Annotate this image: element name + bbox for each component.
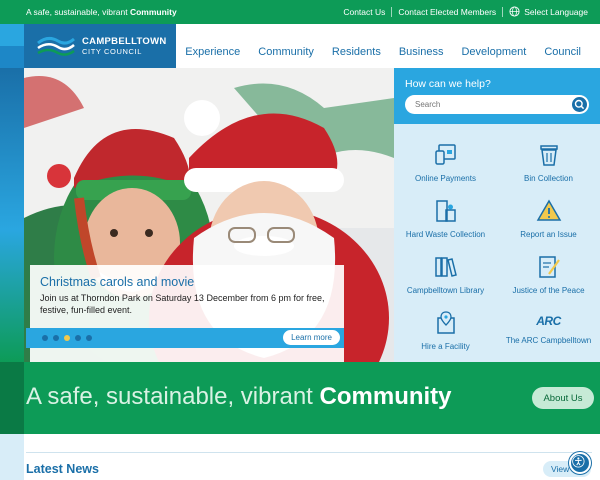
- contact-us-link[interactable]: Contact Us: [337, 7, 391, 17]
- site-header: CAMPBELLTOWN CITY COUNCIL Experience Com…: [0, 24, 600, 68]
- slide-body: Join us at Thorndon Park on Saturday 13 …: [40, 293, 325, 316]
- waves-logo-icon: [37, 36, 75, 56]
- council-logo[interactable]: CAMPBELLTOWN CITY COUNCIL: [24, 24, 176, 68]
- top-tagline: A safe, sustainable, vibrant Community: [26, 7, 177, 17]
- tile-label: Report an Issue: [520, 230, 577, 239]
- about-us-button[interactable]: About Us: [532, 387, 594, 409]
- slide-dot[interactable]: [75, 335, 81, 341]
- slide-dots: [42, 335, 92, 341]
- search-input[interactable]: [415, 98, 565, 111]
- latest-news-heading: Latest News: [26, 462, 99, 476]
- tile-bin-collection[interactable]: Bin Collection: [497, 142, 600, 198]
- globe-icon: [509, 6, 520, 17]
- slide-dot-active[interactable]: [64, 335, 70, 341]
- help-panel: How can we help? Online Payments: [394, 68, 600, 362]
- hero-carousel: Christmas carols and movie Join us at Th…: [0, 68, 394, 362]
- nav-community[interactable]: Community: [249, 46, 323, 58]
- online-payments-icon: [434, 144, 456, 165]
- tile-the-arc[interactable]: ARC The ARC Campbelltown: [497, 310, 600, 366]
- tile-label: Justice of the Peace: [512, 286, 585, 295]
- accessibility-button[interactable]: [569, 452, 591, 474]
- tile-label: Campbelltown Library: [406, 286, 485, 295]
- tile-library[interactable]: Campbelltown Library: [394, 254, 497, 310]
- tile-justice-of-the-peace[interactable]: Justice of the Peace: [497, 254, 600, 310]
- nav-residents[interactable]: Residents: [323, 46, 390, 58]
- band-accent: [0, 362, 24, 434]
- warning-icon: [536, 199, 561, 221]
- location-doc-icon: [436, 311, 455, 334]
- tile-label: The ARC Campbelltown: [505, 336, 592, 345]
- tile-hard-waste[interactable]: Hard Waste Collection: [394, 198, 497, 254]
- library-icon: [434, 257, 457, 277]
- slide-dot[interactable]: [53, 335, 59, 341]
- language-selector[interactable]: Select Language: [503, 6, 588, 17]
- slide-dot[interactable]: [42, 335, 48, 341]
- main-nav: Experience Community Residents Business …: [176, 46, 590, 58]
- arc-logo-icon: ARC: [536, 314, 561, 328]
- top-bar: A safe, sustainable, vibrant Community C…: [0, 0, 600, 24]
- tile-online-payments[interactable]: Online Payments: [394, 142, 497, 198]
- divider: [26, 452, 592, 453]
- slogan-bold: Community: [319, 383, 452, 410]
- slide-caption: Christmas carols and movie Join us at Th…: [26, 265, 344, 362]
- slide-controls: Learn more: [26, 328, 344, 348]
- slogan: A safe, sustainable, vibrant Community: [26, 383, 452, 411]
- news-section: Latest News View: [0, 434, 600, 480]
- help-header: How can we help?: [394, 68, 600, 124]
- hard-waste-icon: [435, 200, 456, 222]
- accessibility-icon: [572, 455, 585, 468]
- tile-label: Online Payments: [415, 174, 476, 183]
- nav-development[interactable]: Development: [452, 46, 535, 58]
- nav-business[interactable]: Business: [390, 46, 453, 58]
- hero-accent: [0, 68, 24, 362]
- slide-title: Christmas carols and movie: [40, 275, 195, 289]
- tile-label: Bin Collection: [524, 174, 573, 183]
- document-pen-icon: [538, 256, 560, 278]
- tile-hire-facility[interactable]: Hire a Facility: [394, 310, 497, 366]
- slide-dot[interactable]: [86, 335, 92, 341]
- header-accent: [0, 24, 24, 68]
- nav-council[interactable]: Council: [535, 46, 590, 58]
- slogan-band: A safe, sustainable, vibrant Community A…: [0, 362, 600, 434]
- learn-more-button[interactable]: Learn more: [283, 330, 340, 345]
- search-box: [405, 95, 589, 114]
- logo-line2: CITY COUNCIL: [82, 47, 142, 56]
- search-icon: [574, 99, 585, 110]
- help-heading: How can we help?: [405, 78, 491, 90]
- nav-experience[interactable]: Experience: [176, 46, 249, 58]
- logo-line1: CAMPBELLTOWN: [82, 35, 167, 47]
- logo-words: CAMPBELLTOWN CITY COUNCIL: [82, 35, 167, 56]
- quick-links-grid: Online Payments Bin Collection Hard Wast…: [394, 124, 600, 362]
- tile-label: Hire a Facility: [421, 342, 470, 351]
- news-accent: [0, 434, 24, 480]
- search-button[interactable]: [572, 97, 587, 112]
- language-label: Select Language: [524, 6, 588, 17]
- tile-report-issue[interactable]: Report an Issue: [497, 198, 600, 254]
- slogan-text: A safe, sustainable, vibrant: [26, 383, 313, 410]
- tagline-bold: Community: [129, 7, 177, 17]
- tile-label: Hard Waste Collection: [405, 230, 486, 239]
- top-links: Contact Us Contact Elected Members Selec…: [337, 6, 588, 17]
- contact-elected-members-link[interactable]: Contact Elected Members: [392, 7, 502, 17]
- bin-icon: [539, 145, 558, 166]
- tagline-text: A safe, sustainable, vibrant: [26, 7, 128, 17]
